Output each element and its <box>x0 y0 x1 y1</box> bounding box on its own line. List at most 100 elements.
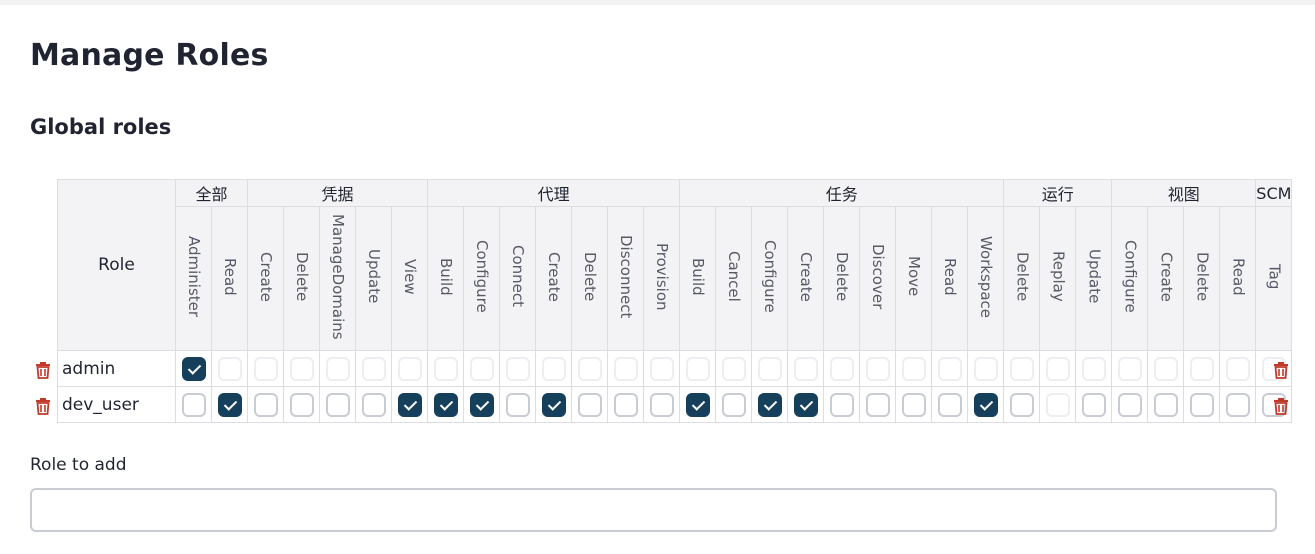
permission-checkbox <box>685 356 710 381</box>
permission-checkbox <box>217 356 242 381</box>
permission-cell <box>895 386 933 423</box>
page-title: Manage Roles <box>30 38 269 73</box>
permission-header: Provision <box>643 206 681 351</box>
permission-checkbox[interactable] <box>181 392 206 417</box>
permission-header: Build <box>679 206 717 351</box>
permission-checkbox[interactable] <box>1225 392 1250 417</box>
permission-header: Read <box>210 206 249 351</box>
permission-header: View <box>391 206 429 351</box>
permission-checkbox[interactable] <box>577 392 602 417</box>
permission-label: Read <box>1229 257 1248 296</box>
permission-checkbox-checked[interactable] <box>757 392 782 417</box>
permission-label: Delete <box>581 251 600 302</box>
permission-label: Move <box>905 256 924 297</box>
permission-checkbox[interactable] <box>721 392 746 417</box>
permission-header: Create <box>247 206 285 351</box>
permission-checkbox <box>541 356 566 381</box>
permission-checkbox[interactable] <box>1153 392 1178 417</box>
permission-label: Tag <box>1265 263 1284 290</box>
permission-cell <box>715 386 753 423</box>
permission-checkbox <box>613 356 638 381</box>
permission-checkbox[interactable] <box>289 392 314 417</box>
delete-role-right-trash-icon[interactable] <box>1273 361 1289 379</box>
permission-checkbox[interactable] <box>1009 392 1034 417</box>
permission-group-header: 任务 <box>679 179 1005 207</box>
role-to-add-label: Role to add <box>30 455 127 475</box>
permission-cell <box>283 350 321 387</box>
permission-checkbox <box>1081 356 1106 381</box>
delete-role-left-trash-icon[interactable] <box>35 361 51 379</box>
permission-checkbox <box>577 356 602 381</box>
permission-header: Read <box>1219 206 1257 351</box>
permission-cell <box>607 350 645 387</box>
permission-cell <box>823 386 861 423</box>
permission-checkbox-checked[interactable] <box>541 392 566 417</box>
permission-checkbox-checked[interactable] <box>397 392 422 417</box>
permission-checkbox[interactable] <box>649 392 674 417</box>
permission-cell <box>751 350 789 387</box>
permission-checkbox <box>289 356 314 381</box>
permission-checkbox[interactable] <box>1189 392 1214 417</box>
role-to-add-input[interactable] <box>30 488 1277 532</box>
delete-role-left-trash-icon[interactable] <box>35 397 51 415</box>
permission-checkbox[interactable] <box>901 392 926 417</box>
permission-cell <box>643 386 681 423</box>
permission-cell <box>427 350 465 387</box>
permission-cell <box>499 350 537 387</box>
permission-cell <box>535 386 573 423</box>
permission-checkbox-checked[interactable] <box>181 356 206 381</box>
permission-label: Administer <box>185 235 203 318</box>
permission-cell <box>1075 386 1113 423</box>
permission-checkbox[interactable] <box>361 392 386 417</box>
permission-label: Read <box>941 257 960 296</box>
permission-checkbox-checked[interactable] <box>469 392 494 417</box>
permission-checkbox[interactable] <box>1081 392 1106 417</box>
permission-label: View <box>401 258 420 295</box>
permission-cell <box>679 350 717 387</box>
permission-checkbox-checked[interactable] <box>685 392 710 417</box>
role-row: admin <box>57 350 1293 387</box>
permission-checkbox[interactable] <box>937 392 962 417</box>
permission-cell <box>210 350 249 387</box>
permission-group-header: 视图 <box>1111 179 1257 207</box>
permission-checkbox <box>1045 392 1070 417</box>
permission-checkbox[interactable] <box>829 392 854 417</box>
permission-cell <box>175 350 212 387</box>
permission-cell <box>535 350 573 387</box>
permission-checkbox[interactable] <box>865 392 890 417</box>
delete-role-right-trash-icon[interactable] <box>1273 397 1289 415</box>
permission-label: Provision <box>653 242 672 311</box>
permission-header: Configure <box>463 206 501 351</box>
permission-header: Cancel <box>715 206 753 351</box>
permission-checkbox <box>397 356 422 381</box>
permission-checkbox-checked[interactable] <box>217 392 242 417</box>
permission-cell <box>1003 350 1041 387</box>
permission-checkbox <box>1189 356 1214 381</box>
permission-cell <box>715 350 753 387</box>
permission-header: Configure <box>1111 206 1149 351</box>
permission-label: Create <box>257 251 276 302</box>
role-row: dev_user <box>57 386 1293 423</box>
permission-checkbox-checked[interactable] <box>433 392 458 417</box>
permission-header: Replay <box>1039 206 1077 351</box>
permission-header: Connect <box>499 206 537 351</box>
role-column-header: Role <box>57 179 176 351</box>
permission-label: Disconnect <box>617 234 636 319</box>
permission-header: Workspace <box>967 206 1005 351</box>
permission-label: Read <box>221 257 239 296</box>
permission-checkbox[interactable] <box>1117 392 1142 417</box>
permission-cell <box>571 386 609 423</box>
permission-checkbox[interactable] <box>325 392 350 417</box>
permission-checkbox[interactable] <box>505 392 530 417</box>
permission-checkbox[interactable] <box>253 392 278 417</box>
permission-label: Cancel <box>725 251 744 302</box>
permission-header: Tag <box>1255 206 1293 351</box>
permission-checkbox-checked[interactable] <box>793 392 818 417</box>
permission-label: Delete <box>1193 251 1212 302</box>
permission-header: ManageDomains <box>319 206 357 351</box>
permission-cell <box>283 386 321 423</box>
permission-checkbox-checked[interactable] <box>973 392 998 417</box>
permission-cell <box>1147 386 1185 423</box>
permission-checkbox[interactable] <box>613 392 638 417</box>
permission-label: Connect <box>509 245 528 308</box>
